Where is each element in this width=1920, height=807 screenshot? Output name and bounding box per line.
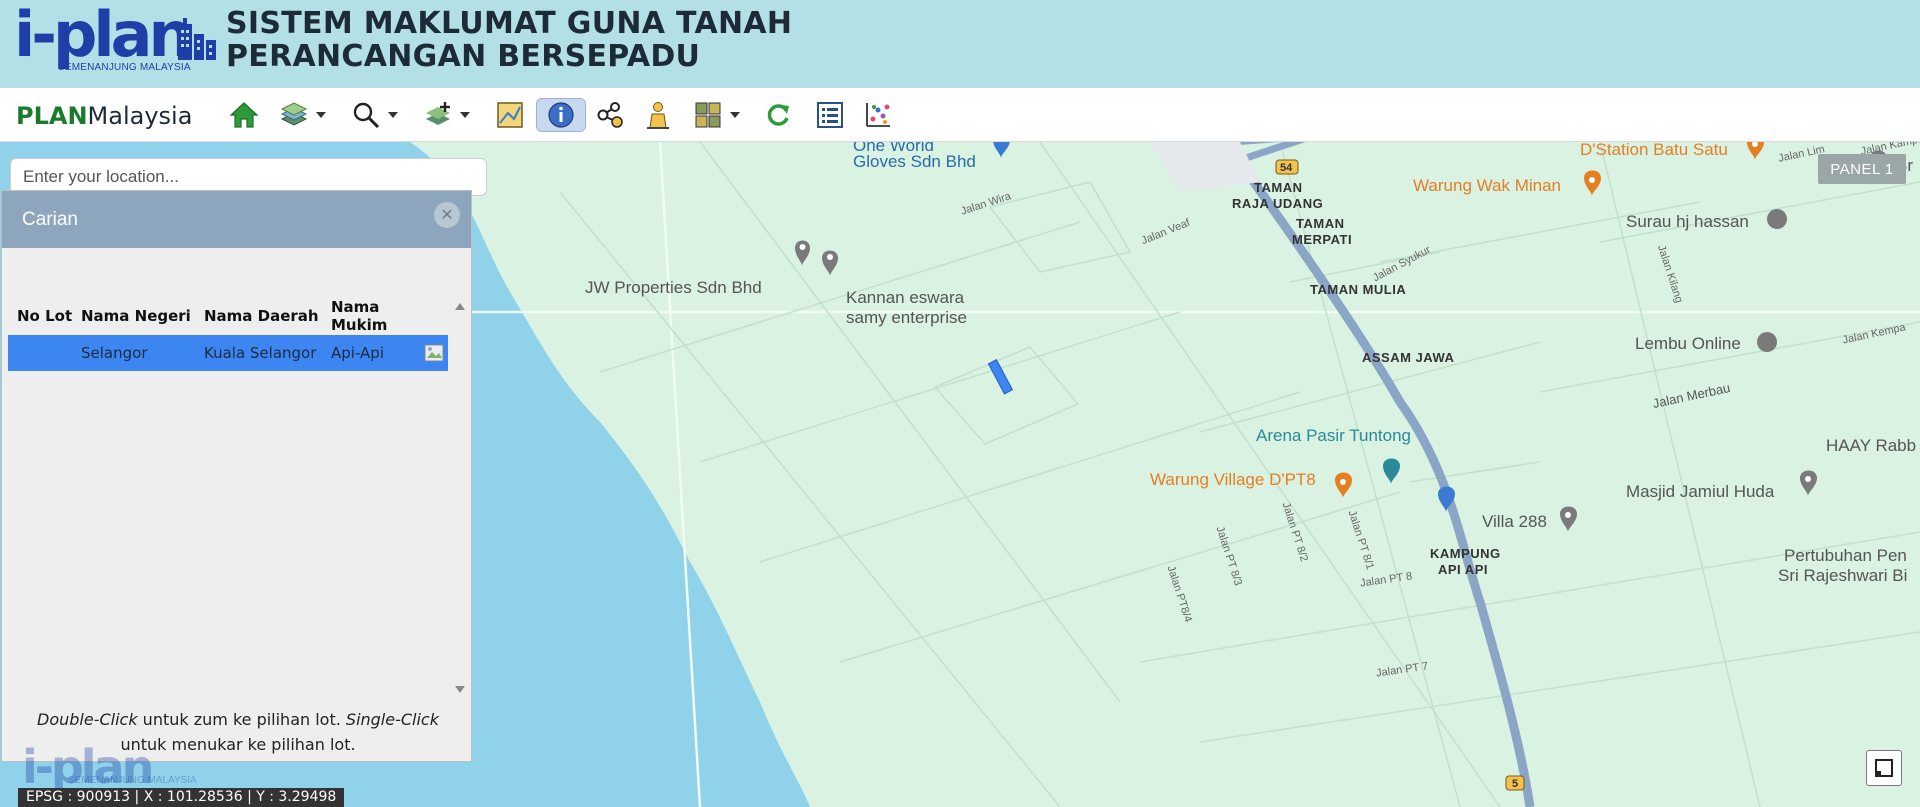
map-label-arena: Arena Pasir Tuntong xyxy=(1256,426,1411,445)
map-label-surau: Surau hj hassan xyxy=(1626,212,1749,231)
map-label-haay: HAAY Rabb xyxy=(1826,436,1917,455)
map-label-taman-raja-l1: TAMAN xyxy=(1254,180,1303,195)
col-header-no-lot: No Lot xyxy=(17,307,73,325)
scroll-down-arrow[interactable] xyxy=(455,686,465,693)
planmalaysia-brand: PLANMalaysia xyxy=(16,102,192,130)
map-label-warung-village: Warung Village D'PT8 xyxy=(1150,470,1316,489)
hint-italic-1: Double-Click xyxy=(37,710,138,729)
route-shield-54: 54 xyxy=(1280,162,1293,174)
coordinate-readout: EPSG : 900913 | X : 101.28536 | Y : 3.29… xyxy=(18,788,345,807)
fullscreen-icon xyxy=(1875,759,1893,777)
map-label-kannan-l1: Kannan eswara xyxy=(846,288,965,307)
watermark-subtitle: SEMENANJUNG MALAYSIA xyxy=(68,775,197,786)
share-button[interactable] xyxy=(594,98,626,132)
map-label-jw: JW Properties Sdn Bhd xyxy=(585,278,762,297)
brand-suffix: Malaysia xyxy=(87,102,193,130)
results-table: No Lot Nama Negeri Nama Daerah Nama Muki… xyxy=(8,297,448,371)
map-label-lembu: Lembu Online xyxy=(1635,334,1741,353)
chevron-down-icon xyxy=(460,112,470,118)
col-header-daerah: Nama Daerah xyxy=(204,307,319,325)
table-header: No Lot Nama Negeri Nama Daerah Nama Muki… xyxy=(8,297,448,335)
zoom-dropdown-button[interactable] xyxy=(350,98,398,132)
chart-icon xyxy=(862,99,894,131)
hint-text-2: untuk menukar ke pilihan lot. xyxy=(120,735,356,754)
app-title: SISTEM MAKLUMAT GUNA TANAH PERANCANGAN B… xyxy=(226,7,792,73)
list-icon xyxy=(814,99,846,131)
search-zoom-icon xyxy=(350,99,382,131)
grid-dropdown-button[interactable] xyxy=(692,98,740,132)
buildings-icon xyxy=(178,18,216,60)
home-button[interactable] xyxy=(228,98,260,132)
cell-mukim: Api-Api xyxy=(331,344,384,362)
chevron-down-icon xyxy=(730,112,740,118)
map-label-warung-wak: Warung Wak Minan xyxy=(1413,176,1562,195)
map-label-villa: Villa 288 xyxy=(1482,512,1547,531)
person-button[interactable] xyxy=(642,98,674,132)
chart-button[interactable] xyxy=(862,98,894,132)
add-layer-dropdown-button[interactable] xyxy=(422,98,470,132)
list-button[interactable] xyxy=(814,98,846,132)
route-shield-5: 5 xyxy=(1512,778,1519,790)
home-icon xyxy=(228,99,260,131)
col-header-mukim: Nama Mukim xyxy=(331,298,388,334)
map-label-assam-jawa: ASSAM JAWA xyxy=(1362,350,1455,365)
broken-image-icon xyxy=(424,344,444,362)
map-label-taman-merpati-l1: TAMAN xyxy=(1296,216,1345,231)
map-label-taman-merpati-l2: MERPATI xyxy=(1292,232,1353,247)
share-icon xyxy=(594,99,626,131)
map-label-pertubuhan-l2: Sri Rajeshwari Bi xyxy=(1778,566,1908,585)
row-image-button[interactable] xyxy=(420,343,448,363)
close-button[interactable]: ✕ xyxy=(434,202,460,228)
hint-text-1: untuk zum ke pilihan lot. xyxy=(137,710,346,729)
app-title-line2: PERANCANGAN BERSEPADU xyxy=(226,39,701,74)
refresh-icon xyxy=(762,99,794,131)
map-label-kampung-l2: API API xyxy=(1438,562,1488,577)
map-label-kannan-l2: samy enterprise xyxy=(846,308,967,327)
logo-text: i-plan xyxy=(14,0,193,71)
layers-dropdown-button[interactable] xyxy=(278,98,326,132)
cell-negeri: Selangor xyxy=(81,344,148,362)
legend-button[interactable] xyxy=(494,98,526,132)
scroll-up-arrow[interactable] xyxy=(455,303,465,310)
info-button[interactable] xyxy=(536,98,586,132)
col-header-negeri: Nama Negeri xyxy=(81,307,191,325)
main-toolbar: PLANMalaysia xyxy=(0,88,1920,142)
info-icon xyxy=(545,99,577,131)
grid-icon xyxy=(692,99,724,131)
logo-subtitle: SEMENANJUNG MALAYSIA xyxy=(58,62,191,73)
refresh-button[interactable] xyxy=(762,98,794,132)
table-row[interactable]: Selangor Kuala Selangor Api-Api xyxy=(8,335,448,371)
add-layer-icon xyxy=(422,99,454,131)
panel-badge[interactable]: PANEL 1 xyxy=(1818,154,1906,184)
carian-panel: Carian ✕ No Lot Nama Negeri Nama Daerah … xyxy=(1,190,472,762)
map-label-taman-mulia: TAMAN MULIA xyxy=(1310,282,1407,297)
iplan-logo[interactable]: i-plan SEMENANJUNG MALAYSIA xyxy=(14,0,216,78)
carian-header: Carian xyxy=(2,191,471,248)
chevron-down-icon xyxy=(388,112,398,118)
cell-daerah: Kuala Selangor xyxy=(204,344,317,362)
map-label-masjid: Masjid Jamiul Huda xyxy=(1626,482,1775,501)
carian-title: Carian xyxy=(22,208,78,230)
app-root: i-plan SEMENANJUNG MALAYSIA SISTEM MAKLU… xyxy=(0,0,1920,807)
app-header: i-plan SEMENANJUNG MALAYSIA SISTEM MAKLU… xyxy=(0,0,1920,88)
fullscreen-button[interactable] xyxy=(1866,750,1902,786)
brand-prefix: PLAN xyxy=(16,102,88,130)
app-title-line1: SISTEM MAKLUMAT GUNA TANAH xyxy=(226,6,793,41)
map-label-gloves-l2: Gloves Sdn Bhd xyxy=(853,152,976,171)
chevron-down-icon xyxy=(316,112,326,118)
map-label-taman-raja-l2: RAJA UDANG xyxy=(1232,196,1324,211)
close-icon: ✕ xyxy=(440,207,454,224)
map-label-dstation: D'Station Batu Satu xyxy=(1580,142,1728,159)
map-label-kampung-l1: KAMPUNG xyxy=(1430,546,1501,561)
map-label-pertubuhan-l1: Pertubuhan Pen xyxy=(1784,546,1907,565)
layers-icon xyxy=(278,99,310,131)
person-icon xyxy=(642,99,674,131)
map-legend-icon xyxy=(494,99,526,131)
hint-italic-2: Single-Click xyxy=(345,710,439,729)
